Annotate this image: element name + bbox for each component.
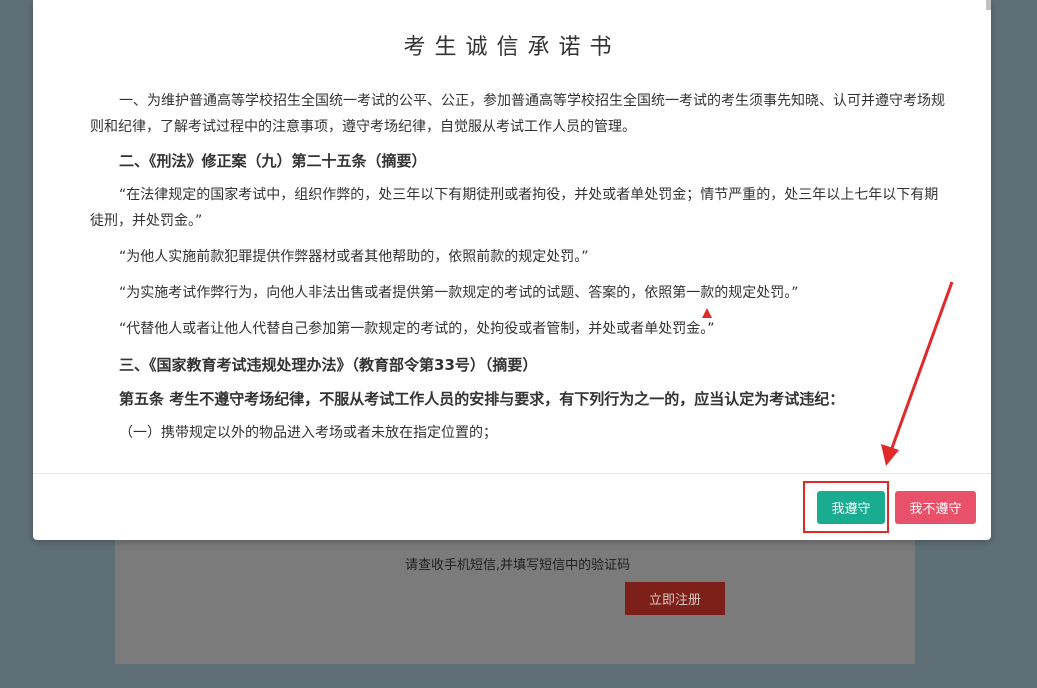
dialog-title: 考生诚信承诺书 [403,35,621,60]
section-heading-exam-rules: 三、《国家教育考试违规处理办法》（教育部令第33号）（摘要） [119,356,538,374]
integrity-pledge-dialog: 考生诚信承诺书 一、为维护普通高等学校招生全国统一考试的公平、公正，参加普通高等… [33,0,991,540]
register-button[interactable]: 立即注册 [625,582,725,615]
law-quote-3: “为实施考试作弊行为，向他人非法出售或者提供第一款规定的考试的试题、答案的，依照… [119,285,799,301]
pledge-content[interactable]: 一、为维护普通高等学校招生全国统一考试的公平、公正，参加普通高等学校招生全国统一… [90,88,950,468]
dialog-footer-divider [33,473,991,474]
law-quote-4: “代替他人或者让他人代替自己参加第一款规定的考试的，处拘役或者管制，并处或者单处… [119,321,715,337]
dialog-scrollbar[interactable] [986,0,991,10]
disagree-button[interactable]: 我不遵守 [895,491,976,524]
section-heading-criminal-law: 二、《刑法》修正案（九）第二十五条（摘要） [119,152,427,170]
annotation-highlight-box [803,481,889,533]
law-quote-2: “为他人实施前款犯罪提供作弊器材或者其他帮助的，依照前款的规定处罚。” [119,249,589,265]
article-five-heading: 第五条 考生不遵守考场纪律，不服从考试工作人员的安排与要求，有下列行为之一的，应… [119,390,845,408]
pledge-paragraph-1: 一、为维护普通高等学校招生全国统一考试的公平、公正，参加普通高等学校招生全国统一… [90,93,945,135]
background-form-panel [115,530,915,664]
law-quote-1: “在法律规定的国家考试中，组织作弊的，处三年以下有期徒刑或者拘役，并处或者单处罚… [90,187,939,229]
sms-verification-hint: 请查收手机短信,并填写短信中的验证码 [405,558,631,573]
violation-item-1: （一）携带规定以外的物品进入考场或者未放在指定位置的； [119,425,497,441]
